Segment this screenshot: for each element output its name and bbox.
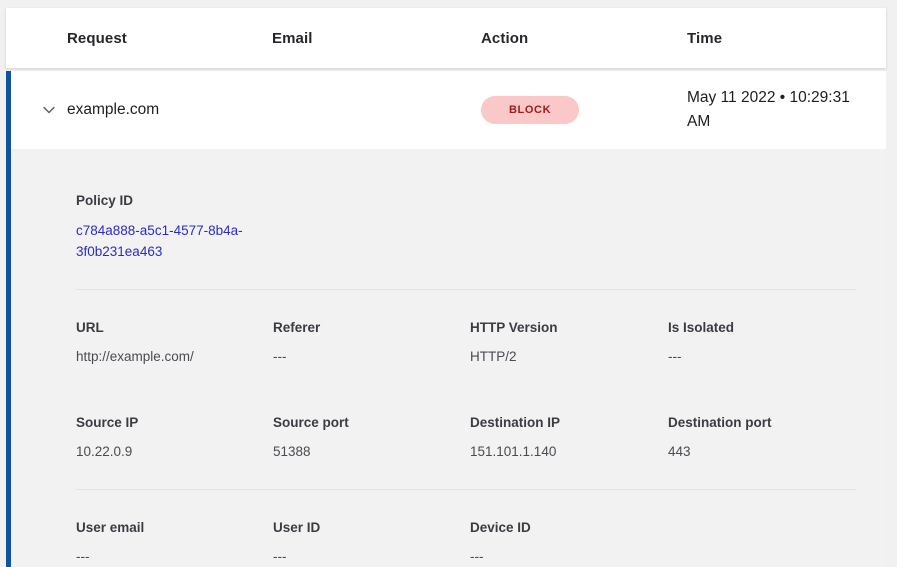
field-source-port: Source port 51388 [273,413,470,462]
field-user-id: User ID --- [273,518,470,567]
field-value: 10.22.0.9 [76,442,273,462]
field-label: Is Isolated [668,318,866,338]
field-value: HTTP/2 [470,347,668,367]
chevron-down-icon[interactable] [41,102,57,118]
field-value: --- [470,547,668,567]
field-label: Destination port [668,413,866,433]
field-value: --- [273,347,470,367]
field-value: --- [76,547,273,567]
field-http-version: HTTP Version HTTP/2 [470,318,668,367]
table-header: Request Email Action Time [6,8,886,68]
section-divider [76,489,856,490]
column-header-request: Request [67,30,272,47]
column-header-email: Email [272,30,481,47]
field-value: 51388 [273,442,470,462]
section-divider [76,289,856,290]
column-header-time: Time [687,30,886,47]
field-value: http://example.com/ [76,347,273,367]
field-referer: Referer --- [273,318,470,367]
field-user-email: User email --- [76,518,273,567]
field-label: Policy ID [76,191,866,211]
field-policy-id: Policy ID c784a888-a5c1-4577-8b4a-3f0b23… [76,191,866,262]
field-label: User ID [273,518,470,538]
log-detail-panel: Policy ID c784a888-a5c1-4577-8b4a-3f0b23… [6,149,886,567]
field-value: --- [273,547,470,567]
field-value: 151.101.1.140 [470,442,668,462]
field-value: --- [668,347,866,367]
field-label: HTTP Version [470,318,668,338]
field-label: Destination IP [470,413,668,433]
field-label: User email [76,518,273,538]
field-is-isolated: Is Isolated --- [668,318,866,367]
field-value: 443 [668,442,866,462]
log-table-row[interactable]: example.com BLOCK May 11 2022 • 10:29:31… [6,71,886,149]
row-request-value: example.com [67,101,272,119]
fields-row-spacer [668,518,866,567]
field-label: Device ID [470,518,668,538]
field-label: Source port [273,413,470,433]
field-source-ip: Source IP 10.22.0.9 [76,413,273,462]
gateway-log-page: Request Email Action Time example.com BL… [0,0,897,567]
policy-id-link[interactable]: c784a888-a5c1-4577-8b4a-3f0b231ea463 [76,220,281,262]
row-action-cell: BLOCK [481,96,579,124]
block-status-badge: BLOCK [481,96,579,124]
field-device-id: Device ID --- [470,518,668,567]
field-destination-ip: Destination IP 151.101.1.140 [470,413,668,462]
row-time-value: May 11 2022 • 10:29:31 AM [687,86,886,134]
detail-fields-row: URL http://example.com/ Referer --- HTTP… [76,318,866,367]
field-url: URL http://example.com/ [76,318,273,367]
detail-fields-row: User email --- User ID --- Device ID --- [76,518,866,567]
column-header-action: Action [481,30,687,47]
field-label: Source IP [76,413,273,433]
field-destination-port: Destination port 443 [668,413,866,462]
detail-fields-row: Source IP 10.22.0.9 Source port 51388 De… [76,413,866,462]
field-label: URL [76,318,273,338]
field-label: Referer [273,318,470,338]
